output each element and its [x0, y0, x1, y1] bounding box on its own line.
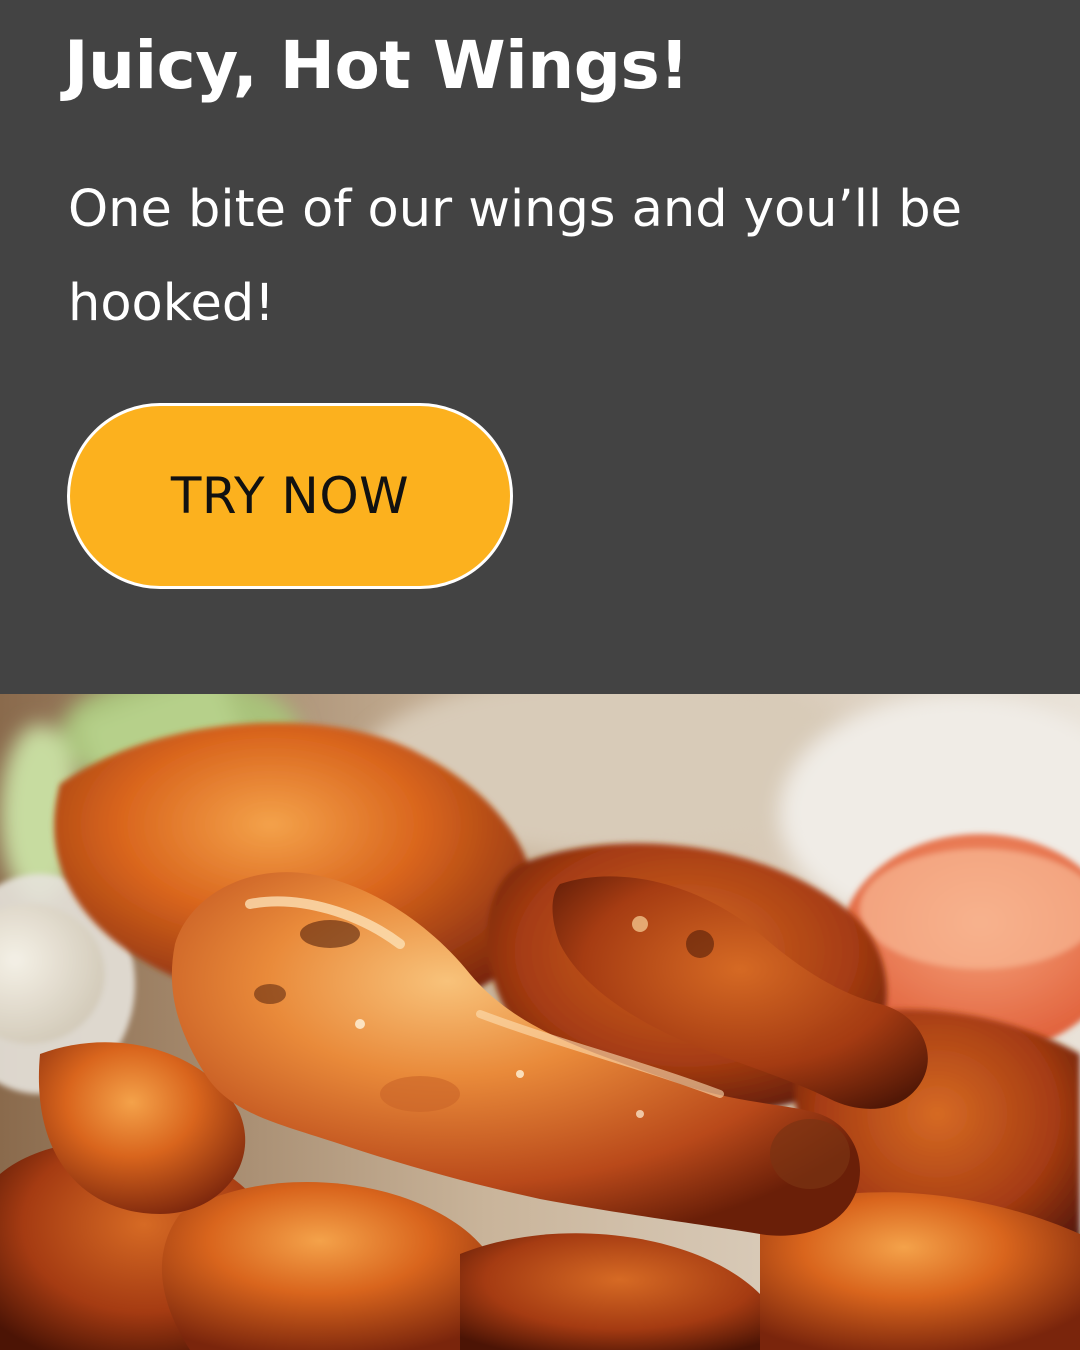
hero-title: Juicy, Hot Wings!: [64, 27, 689, 104]
hero-section: Juicy, Hot Wings! One bite of our wings …: [0, 0, 1080, 694]
try-now-button[interactable]: TRY NOW: [67, 403, 513, 589]
wings-photo: [0, 694, 1080, 1350]
wings-photo-illustration: [0, 694, 1080, 1350]
hero-subtitle: One bite of our wings and you’ll be hook…: [68, 180, 962, 333]
